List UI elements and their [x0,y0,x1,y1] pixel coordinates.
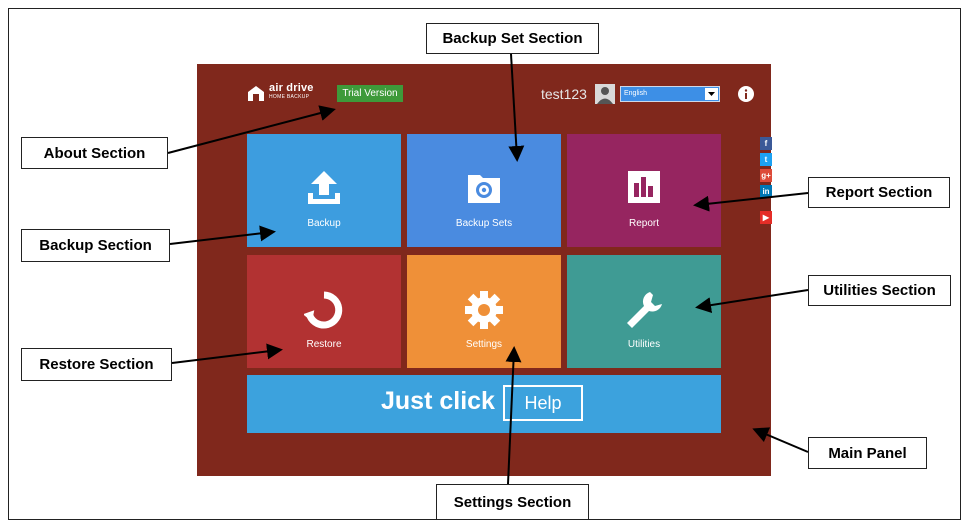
callout-backup: Backup Section [21,229,170,262]
callout-report: Report Section [808,177,950,208]
callout-restore: Restore Section [21,348,172,381]
callout-utilities: Utilities Section [808,275,951,306]
callout-about: About Section [21,137,168,169]
callout-settings: Settings Section [436,484,589,520]
callout-backup-set: Backup Set Section [426,23,599,54]
callout-main-panel: Main Panel [808,437,927,469]
